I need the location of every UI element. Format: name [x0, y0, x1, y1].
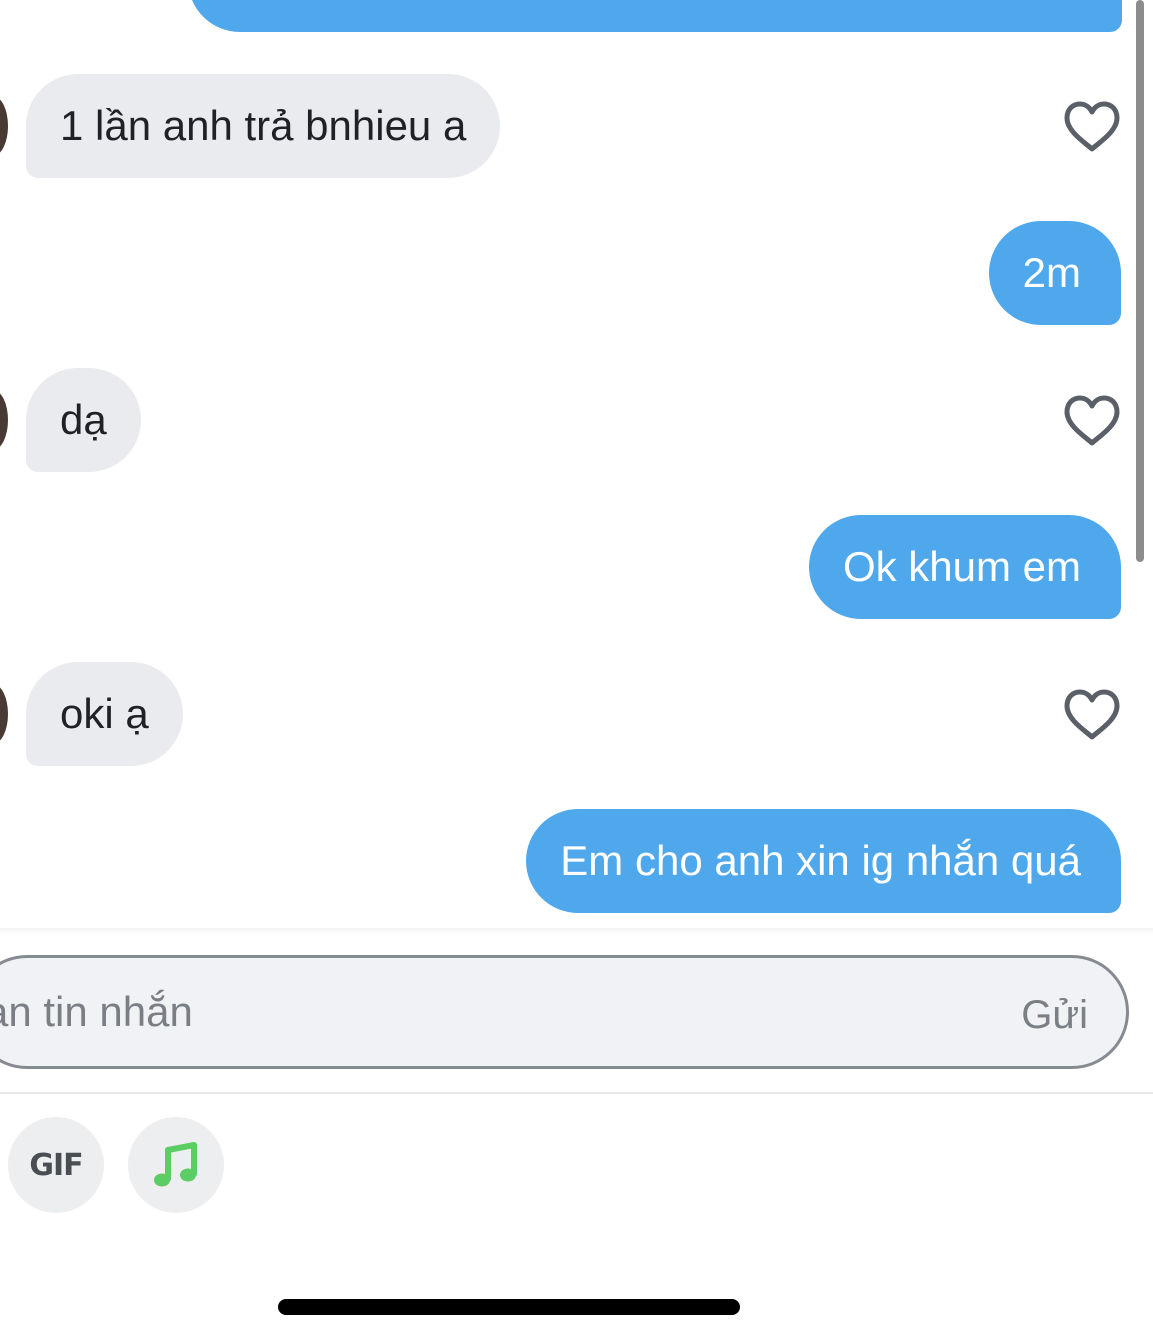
chat-screen: 1 lần anh trả bnhieu a 2m dạ Ok khum em …: [0, 0, 1153, 1339]
home-indicator: [278, 1299, 740, 1315]
send-button[interactable]: Gửi: [1021, 958, 1088, 1066]
gif-label: GIF: [29, 1147, 83, 1183]
incoming-message[interactable]: 1 lần anh trả bnhieu a: [26, 74, 501, 178]
message-text: Em cho anh xin ig nhắn quá: [560, 837, 1081, 884]
music-note-icon: [154, 1142, 197, 1187]
message-list[interactable]: 1 lần anh trả bnhieu a 2m dạ Ok khum em …: [0, 0, 1153, 930]
message-composer: Gửi: [0, 955, 1129, 1069]
outgoing-message-partial: [188, 0, 1122, 32]
message-text: 1 lần anh trả bnhieu a: [60, 102, 467, 149]
message-text: oki ạ: [60, 690, 149, 737]
message-text: 2m: [1022, 249, 1081, 296]
message-text: Ok khum em: [842, 543, 1081, 590]
scrollbar[interactable]: [1136, 0, 1144, 562]
divider: [0, 1092, 1153, 1094]
avatar[interactable]: [0, 390, 8, 450]
gif-button[interactable]: GIF: [8, 1117, 104, 1213]
divider: [0, 928, 1153, 934]
message-text: dạ: [60, 396, 107, 443]
heart-icon[interactable]: [1062, 100, 1122, 154]
outgoing-message[interactable]: Em cho anh xin ig nhắn quá: [526, 809, 1121, 913]
incoming-message[interactable]: dạ: [26, 368, 141, 472]
avatar[interactable]: [0, 96, 8, 156]
incoming-message[interactable]: oki ạ: [26, 662, 183, 766]
message-input[interactable]: [0, 958, 873, 1066]
outgoing-message[interactable]: 2m: [988, 221, 1121, 325]
outgoing-message[interactable]: Ok khum em: [808, 515, 1121, 619]
heart-icon[interactable]: [1062, 394, 1122, 448]
music-button[interactable]: [128, 1117, 224, 1213]
heart-icon[interactable]: [1062, 688, 1122, 742]
avatar[interactable]: [0, 684, 8, 744]
